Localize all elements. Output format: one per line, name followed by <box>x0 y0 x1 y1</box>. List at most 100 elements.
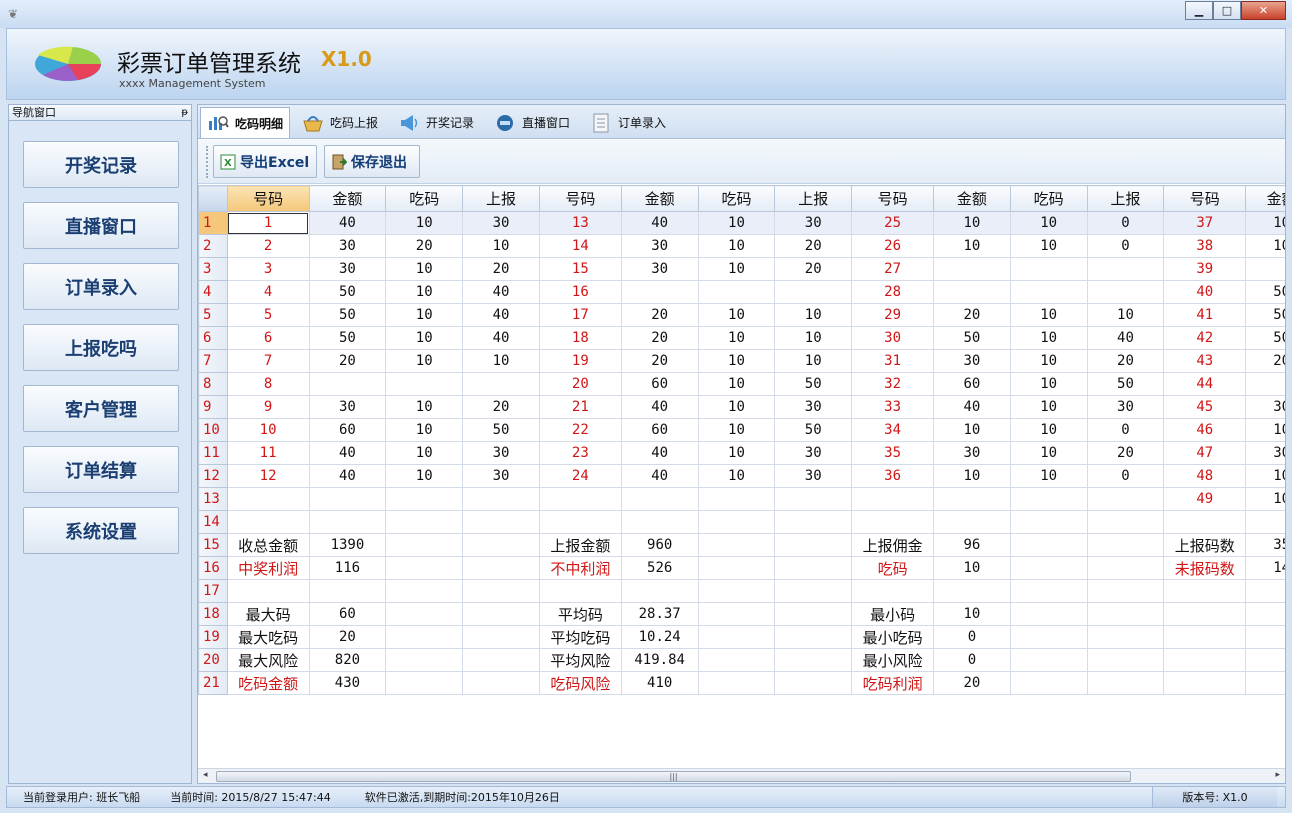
grid-cell[interactable]: 21 <box>538 395 622 419</box>
grid-cell[interactable]: 10 <box>933 211 1011 235</box>
grid-cell[interactable] <box>385 556 464 580</box>
grid-cell[interactable]: 上报金额 <box>538 533 622 557</box>
grid-cell[interactable]: 10 <box>226 418 310 442</box>
grid-cell[interactable] <box>538 510 622 534</box>
grid-cell[interactable]: 10 <box>1009 211 1088 235</box>
grid-cell[interactable]: 410 <box>620 671 699 695</box>
grid-cell[interactable]: 40 <box>462 280 540 304</box>
grid-cell[interactable]: 50 <box>1245 280 1285 304</box>
grid-cell[interactable]: 1 <box>226 211 310 235</box>
grid-cell[interactable]: 40 <box>1163 280 1247 304</box>
grid-cell[interactable]: 10 <box>1086 303 1165 327</box>
grid-cell[interactable]: 20 <box>308 625 387 649</box>
grid-cell[interactable] <box>385 579 464 603</box>
grid-cell[interactable]: 未报码数 <box>1163 556 1247 580</box>
grid-cell[interactable]: 45 <box>1163 395 1247 419</box>
grid-cell[interactable] <box>1245 579 1285 603</box>
grid-cell[interactable]: 30 <box>774 441 853 465</box>
grid-cell[interactable]: 10 <box>774 349 853 373</box>
row-header[interactable]: 16 <box>198 556 228 580</box>
grid-cell[interactable]: 20 <box>933 671 1011 695</box>
grid-cell[interactable]: 15 <box>538 257 622 281</box>
grid-cell[interactable] <box>697 510 776 534</box>
grid-cell[interactable]: 49 <box>1163 487 1247 511</box>
grid-cell[interactable]: 10 <box>933 418 1011 442</box>
grid-cell[interactable]: 40 <box>620 211 699 235</box>
row-header[interactable]: 17 <box>198 579 228 603</box>
grid-cell[interactable] <box>538 487 622 511</box>
nav-button-settlement[interactable]: 订单结算 <box>23 446 179 493</box>
grid-cell[interactable]: 50 <box>1086 372 1165 396</box>
row-header[interactable]: 6 <box>198 326 228 350</box>
grid-cell[interactable]: 10 <box>385 464 464 488</box>
grid-cell[interactable]: 10 <box>385 441 464 465</box>
grid-cell[interactable]: 46 <box>1163 418 1247 442</box>
row-header[interactable]: 12 <box>198 464 228 488</box>
column-header[interactable]: 金额 <box>620 185 699 212</box>
row-header[interactable]: 13 <box>198 487 228 511</box>
grid-cell[interactable] <box>933 280 1011 304</box>
grid-cell[interactable]: 40 <box>308 211 387 235</box>
grid-cell[interactable]: 20 <box>1086 349 1165 373</box>
row-header[interactable]: 20 <box>198 648 228 672</box>
grid-cell[interactable]: 23 <box>538 441 622 465</box>
grid-cell[interactable]: 40 <box>462 326 540 350</box>
grid-cell[interactable]: 10 <box>385 211 464 235</box>
grid-cell[interactable]: 30 <box>462 211 540 235</box>
grid-cell[interactable]: 20 <box>385 234 464 258</box>
grid-cell[interactable] <box>462 372 540 396</box>
grid-cell[interactable]: 16 <box>538 280 622 304</box>
grid-cell[interactable] <box>226 579 310 603</box>
grid-cell[interactable]: 10 <box>1009 234 1088 258</box>
grid-cell[interactable]: 50 <box>774 372 853 396</box>
row-header[interactable]: 8 <box>198 372 228 396</box>
grid-cell[interactable]: 0 <box>1086 211 1165 235</box>
grid-cell[interactable] <box>1086 510 1165 534</box>
grid-cell[interactable] <box>697 648 776 672</box>
grid-cell[interactable]: 10 <box>933 234 1011 258</box>
grid-cell[interactable]: 10 <box>697 326 776 350</box>
grid-cell[interactable]: 60 <box>308 418 387 442</box>
grid-cell[interactable] <box>1245 510 1285 534</box>
grid-cell[interactable] <box>1163 625 1247 649</box>
grid-cell[interactable]: 10 <box>1245 418 1285 442</box>
grid-cell[interactable]: 14 <box>538 234 622 258</box>
tab-order-entry[interactable]: 订单录入 <box>584 107 672 138</box>
grid-cell[interactable]: 20 <box>462 395 540 419</box>
grid-cell[interactable]: 吃码利润 <box>851 671 935 695</box>
row-header[interactable]: 1 <box>198 211 228 235</box>
grid-cell[interactable]: 10 <box>385 349 464 373</box>
grid-cell[interactable] <box>1086 487 1165 511</box>
grid-cell[interactable] <box>774 280 853 304</box>
grid-cell[interactable]: 10 <box>1009 395 1088 419</box>
grid-cell[interactable]: 5 <box>226 303 310 327</box>
grid-cell[interactable] <box>308 487 387 511</box>
column-header[interactable]: 号码 <box>851 185 935 212</box>
grid-cell[interactable]: 10 <box>1245 211 1285 235</box>
grid-cell[interactable] <box>620 579 699 603</box>
nav-button-settings[interactable]: 系统设置 <box>23 507 179 554</box>
column-header[interactable]: 吃码 <box>385 185 464 212</box>
grid-cell[interactable] <box>1245 372 1285 396</box>
grid-cell[interactable] <box>1245 648 1285 672</box>
grid-cell[interactable]: 50 <box>308 303 387 327</box>
grid-cell[interactable]: 430 <box>308 671 387 695</box>
grid-cell[interactable]: 10 <box>1009 349 1088 373</box>
grid-cell[interactable]: 10 <box>1009 418 1088 442</box>
grid-cell[interactable] <box>620 510 699 534</box>
grid-cell[interactable] <box>1009 280 1088 304</box>
grid-cell[interactable] <box>385 533 464 557</box>
nav-button-live-window[interactable]: 直播窗口 <box>23 202 179 249</box>
grid-cell[interactable]: 60 <box>308 602 387 626</box>
grid-cell[interactable]: 1390 <box>308 533 387 557</box>
grid-cell[interactable] <box>1086 579 1165 603</box>
grid-cell[interactable]: 116 <box>308 556 387 580</box>
grid-cell[interactable] <box>1163 648 1247 672</box>
grid-cell[interactable]: 20 <box>538 372 622 396</box>
grid-cell[interactable]: 2 <box>226 234 310 258</box>
grid-cell[interactable]: 960 <box>620 533 699 557</box>
grid-cell[interactable]: 30 <box>462 464 540 488</box>
grid-cell[interactable]: 10 <box>462 234 540 258</box>
grid-cell[interactable]: 10 <box>385 257 464 281</box>
grid-cell[interactable]: 20 <box>1245 349 1285 373</box>
